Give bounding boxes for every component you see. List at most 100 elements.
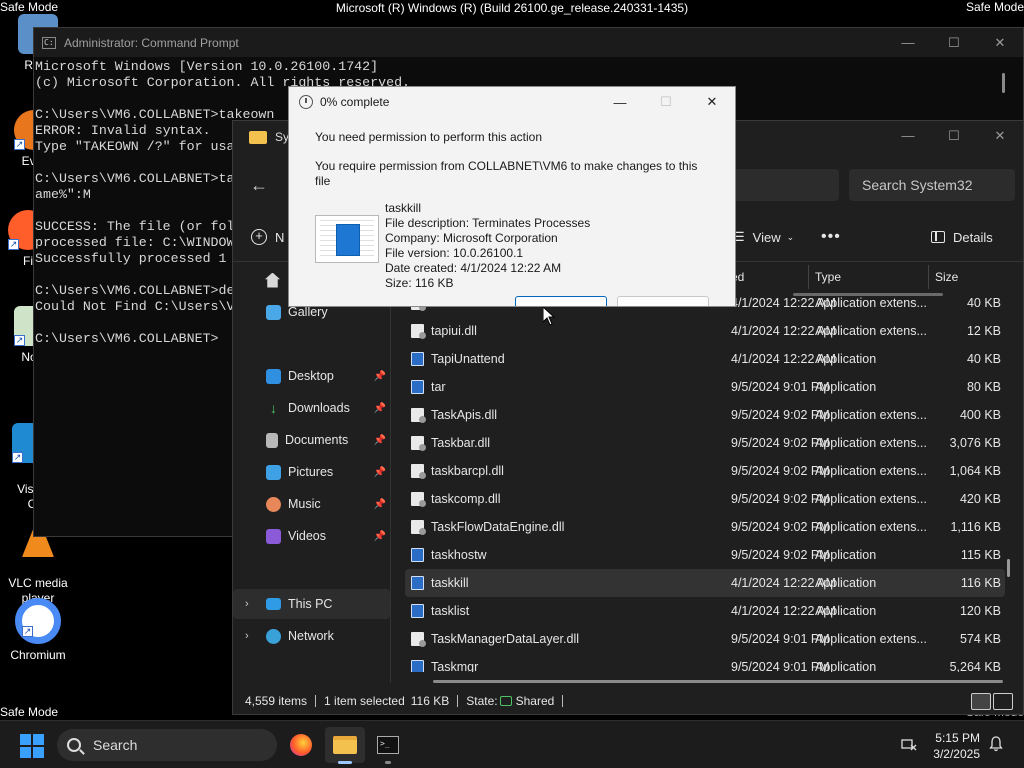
details-view-button[interactable] bbox=[971, 693, 991, 710]
file-row[interactable]: Taskbar.dll 9/5/2024 9:02 PM Application e… bbox=[405, 429, 1005, 457]
file-size-cell: 574 KB bbox=[959, 632, 1001, 646]
file-type-cell: Application extens... bbox=[815, 408, 927, 422]
minimize-button[interactable]: — bbox=[885, 121, 931, 150]
view-label: View bbox=[752, 229, 781, 245]
file-type-cell: Application bbox=[815, 380, 877, 394]
taskbar-command-prompt[interactable]: >_ bbox=[368, 727, 408, 764]
desktop-icon bbox=[266, 368, 281, 384]
chromium-icon: ↗ bbox=[15, 598, 61, 644]
file-row[interactable]: taskbarcpl.dll 9/5/2024 9:02 PM Applicatio… bbox=[405, 457, 1005, 485]
new-button[interactable]: + N bbox=[251, 229, 284, 245]
close-button[interactable]: ✕ bbox=[977, 121, 1023, 150]
address-bar[interactable] bbox=[733, 169, 839, 201]
file-date-created: Date created: 4/1/2024 12:22 AM bbox=[385, 261, 562, 275]
nav-item-label: Network bbox=[288, 629, 334, 643]
explorer-tab-title[interactable]: Sy bbox=[275, 130, 289, 144]
file-row[interactable]: Taskmgr 9/5/2024 9:01 PM Application 5,264 … bbox=[405, 653, 1005, 672]
file-name-cell: TaskApis.dll bbox=[431, 408, 497, 422]
file-name-cell: tar bbox=[431, 380, 446, 394]
start-button[interactable] bbox=[20, 734, 44, 758]
close-button[interactable]: ✕ bbox=[977, 28, 1023, 57]
close-button[interactable]: ✕ bbox=[689, 87, 735, 117]
back-arrow-icon[interactable]: ← bbox=[243, 169, 275, 201]
column-header-label: Size bbox=[935, 270, 959, 284]
this-pc-icon bbox=[266, 598, 281, 610]
file-version: File version: 10.0.26100.1 bbox=[385, 246, 524, 260]
column-header-date[interactable]: ed bbox=[731, 263, 809, 291]
more-options-button[interactable]: ••• bbox=[821, 228, 841, 246]
taskbar-search[interactable]: Search bbox=[57, 729, 277, 761]
taskbar-file-explorer[interactable] bbox=[325, 727, 365, 764]
desktop-icon-label: Chromium bbox=[10, 648, 66, 662]
minimize-button[interactable]: — bbox=[885, 28, 931, 57]
file-row[interactable]: taskcomp.dll 9/5/2024 9:02 PM Application … bbox=[405, 485, 1005, 513]
chevron-right-icon[interactable]: › bbox=[245, 630, 249, 642]
minimize-button[interactable]: — bbox=[597, 87, 643, 117]
pin-icon[interactable]: 📌 bbox=[374, 435, 386, 446]
network-icon bbox=[266, 628, 281, 644]
view-button[interactable]: ☰ View ⌄ bbox=[733, 229, 794, 245]
file-list: 4/1/2024 12:22 AM Application extens... 40… bbox=[405, 289, 1005, 672]
nav-item-network[interactable]: › Network bbox=[233, 621, 390, 651]
column-header-type[interactable]: Type bbox=[815, 263, 929, 291]
taskbar-firefox[interactable] bbox=[281, 727, 321, 763]
file-name: taskkill bbox=[385, 201, 422, 215]
progress-clock-icon bbox=[299, 95, 313, 109]
notification-bell-icon[interactable] bbox=[988, 736, 1004, 752]
desktop-icon-chromium[interactable]: ↗ Chromium bbox=[0, 598, 76, 663]
pin-icon[interactable]: 📌 bbox=[374, 467, 386, 478]
column-header-size[interactable]: Size bbox=[935, 263, 1015, 291]
nav-item-label: Desktop bbox=[288, 369, 334, 383]
nav-item-documents[interactable]: Documents 📌 bbox=[233, 425, 390, 455]
horizontal-scrollbar[interactable] bbox=[433, 680, 1003, 683]
navigation-pane: Gallery Desktop 📌 ↓ Downloads 📌 Document… bbox=[233, 263, 390, 683]
chevron-right-icon[interactable]: › bbox=[245, 598, 249, 610]
file-row[interactable]: tapiui.dll 4/1/2024 12:22 AM Application e… bbox=[405, 317, 1005, 345]
build-info-label: Microsoft (R) Windows (R) (Build 26100.g… bbox=[335, 1, 689, 15]
dll-file-icon bbox=[411, 324, 426, 339]
file-row[interactable]: taskhostw 9/5/2024 9:02 PM Application 115 … bbox=[405, 541, 1005, 569]
selection-size: 116 KB bbox=[410, 694, 450, 708]
nav-item-desktop[interactable]: Desktop 📌 bbox=[233, 361, 390, 391]
nav-item-label: This PC bbox=[288, 597, 333, 611]
nav-item-downloads[interactable]: ↓ Downloads 📌 bbox=[233, 393, 390, 423]
nav-item-label: Documents bbox=[285, 433, 349, 447]
cmd-scrollbar[interactable] bbox=[1002, 73, 1005, 93]
pin-icon[interactable]: 📌 bbox=[374, 371, 386, 382]
chevron-down-icon: ⌄ bbox=[786, 231, 795, 242]
pin-icon[interactable]: 📌 bbox=[374, 403, 386, 414]
file-name-cell: taskkill bbox=[431, 576, 469, 590]
details-pane-icon bbox=[931, 231, 945, 243]
network-status-icon[interactable] bbox=[901, 736, 917, 752]
maximize-button[interactable]: ☐ bbox=[931, 28, 977, 57]
cmd-titlebar[interactable]: C: Administrator: Command Prompt bbox=[34, 28, 1023, 57]
pin-icon[interactable]: 📌 bbox=[374, 499, 386, 510]
nav-item-videos[interactable]: Videos 📌 bbox=[233, 521, 390, 551]
file-row[interactable]: tar 9/5/2024 9:01 PM Application 80 KB bbox=[405, 373, 1005, 401]
home-icon bbox=[265, 272, 280, 288]
file-row[interactable]: TaskFlowDataEngine.dll 9/5/2024 9:02 PM Ap… bbox=[405, 513, 1005, 541]
file-row[interactable]: tasklist 4/1/2024 12:22 AM Application 120 … bbox=[405, 597, 1005, 625]
maximize-button[interactable]: ☐ bbox=[931, 121, 977, 150]
dll-file-icon bbox=[411, 632, 426, 647]
file-size-cell: 12 KB bbox=[966, 324, 1001, 338]
file-row[interactable]: taskkill 4/1/2024 12:22 AM Application 116 … bbox=[405, 569, 1005, 597]
permission-dialog[interactable]: 0% complete — ☐ ✕ You need permission to… bbox=[288, 86, 736, 307]
vertical-scrollbar[interactable] bbox=[1007, 559, 1010, 577]
file-row[interactable]: TaskApis.dll 9/5/2024 9:02 PM Application … bbox=[405, 401, 1005, 429]
details-button[interactable]: Details bbox=[931, 230, 993, 245]
nav-item-this-pc[interactable]: › This PC bbox=[233, 589, 390, 619]
pin-icon[interactable]: 📌 bbox=[374, 531, 386, 542]
cancel-button[interactable] bbox=[617, 296, 709, 306]
nav-item-pictures[interactable]: Pictures 📌 bbox=[233, 457, 390, 487]
search-input[interactable]: Search System32 bbox=[849, 169, 1015, 201]
file-row[interactable]: TapiUnattend 4/1/2024 12:22 AM Application… bbox=[405, 345, 1005, 373]
large-icons-view-button[interactable] bbox=[993, 693, 1013, 710]
try-again-button[interactable] bbox=[515, 296, 607, 306]
file-row[interactable]: TaskManagerDataLayer.dll 9/5/2024 9:01 PM… bbox=[405, 625, 1005, 653]
pictures-icon bbox=[266, 464, 281, 480]
taskbar-clock[interactable]: 5:15 PM 3/2/2025 bbox=[933, 730, 980, 762]
documents-icon bbox=[266, 432, 278, 448]
nav-pane-splitter[interactable] bbox=[390, 263, 391, 683]
nav-item-music[interactable]: Music 📌 bbox=[233, 489, 390, 519]
